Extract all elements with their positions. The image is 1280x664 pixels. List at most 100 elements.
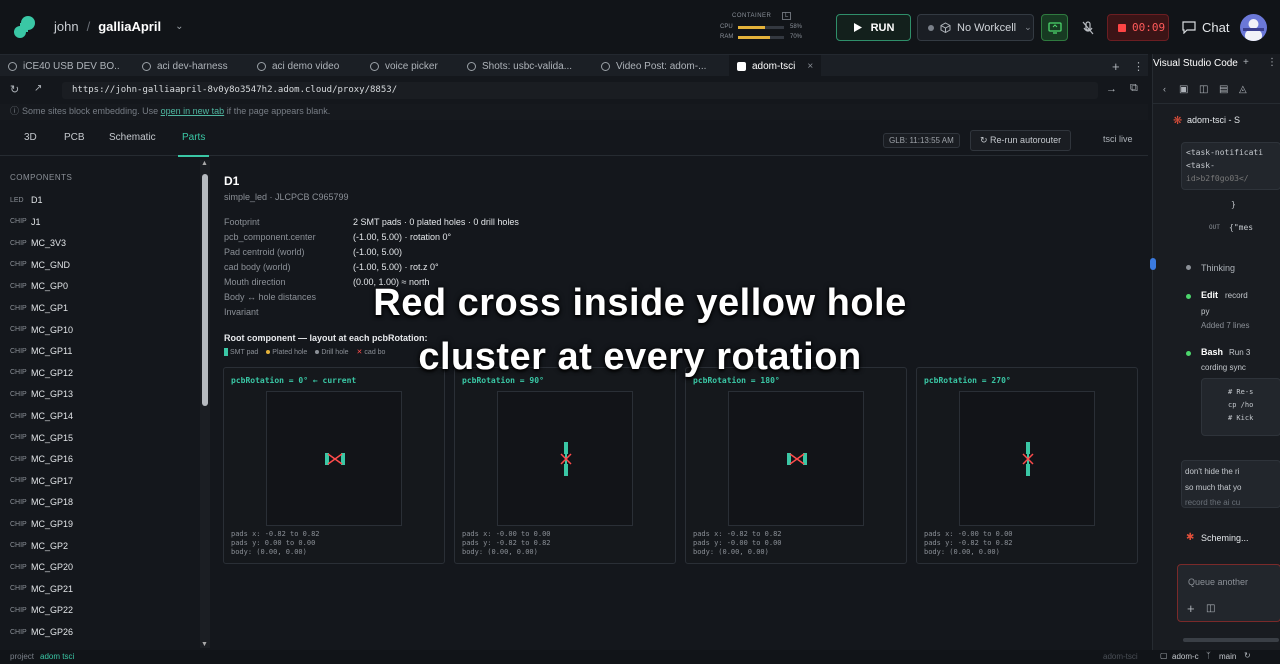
open-new-window-icon[interactable]: ⧉ — [1130, 82, 1138, 95]
edit-file-ext: py — [1201, 307, 1210, 316]
component-item[interactable]: CHIP MC_GND — [10, 257, 70, 273]
component-name: MC_GP19 — [31, 519, 74, 529]
component-item[interactable]: CHIP MC_GP22 — [10, 602, 73, 618]
footprint-view — [728, 391, 864, 526]
component-item[interactable]: CHIP MC_GP20 — [10, 559, 73, 575]
cad-body-cross — [789, 453, 805, 465]
chevron-down-icon: ⌄ — [1024, 22, 1032, 32]
message-input[interactable]: Queue another + ◫ — [1177, 564, 1280, 622]
git-branch-name[interactable]: main — [1219, 652, 1236, 661]
cpu-meter: CPU 58% — [720, 24, 802, 30]
thinking-label[interactable]: Thinking — [1201, 263, 1235, 273]
workcell-dropdown[interactable]: No Workcell ⌄ — [917, 14, 1034, 41]
sync-icon[interactable]: ↻ — [1244, 651, 1251, 660]
component-item[interactable]: CHIP J1 — [10, 214, 41, 230]
edit-file[interactable]: record — [1225, 291, 1248, 300]
browser-tab-active[interactable]: adom-tsci × — [729, 55, 821, 77]
add-icon[interactable]: + — [1243, 57, 1249, 68]
body-position: body: (0.00, 0.00) — [924, 548, 1000, 556]
close-icon[interactable]: × — [807, 61, 813, 72]
browser-tab[interactable]: aci demo video — [257, 55, 357, 77]
component-item[interactable]: LED D1 — [10, 192, 43, 208]
browser-tab[interactable]: Shots: usbc-valida... — [467, 55, 587, 77]
vscode-tab[interactable]: Visual Studio Code + ⋮ — [1153, 54, 1280, 76]
chat-bubble-icon — [1182, 21, 1196, 34]
part-subtitle: simple_led · JLCPCB C965799 — [224, 192, 349, 202]
browser-tab-bar: iCE40 USB DEV BO... aci dev-harness aci … — [0, 54, 1148, 77]
screen-share-button[interactable] — [1041, 14, 1068, 41]
notice-text: if the page appears blank. — [226, 106, 331, 116]
url-field[interactable]: https://john-galliaapril-8v0y8o3547h2.ad… — [62, 82, 1098, 99]
thinking-dot — [1186, 265, 1191, 270]
recording-stop-button[interactable]: 00:09 — [1107, 14, 1169, 41]
horizontal-scrollbar[interactable] — [1183, 638, 1279, 642]
mic-muted-button[interactable] — [1074, 14, 1101, 41]
reload-icon[interactable]: ↻ — [10, 83, 19, 96]
tab-parts[interactable]: Parts — [177, 132, 210, 157]
chevron-down-icon[interactable]: ⌄ — [175, 21, 183, 32]
component-kind: CHIP — [10, 412, 27, 420]
component-item[interactable]: CHIP MC_GP17 — [10, 473, 73, 489]
go-arrow-icon[interactable]: → — [1106, 83, 1117, 95]
component-item[interactable]: CHIP MC_GP2 — [10, 538, 68, 554]
session-title[interactable]: adom-tsci - S — [1187, 115, 1240, 125]
part-detail: D1 simple_led · JLCPCB C965799 Footprint… — [214, 160, 1148, 648]
sidebar-scrollbar[interactable]: ▲ ▼ — [200, 160, 210, 648]
sidebar-toggle-icon[interactable]: ‹ — [1163, 84, 1166, 94]
breadcrumb-workspace[interactable]: galliaApril — [98, 19, 161, 34]
adom-logo-icon[interactable] — [12, 14, 38, 40]
pad-stats: pads x: -0.82 to 0.82 pads y: -0.00 to 0.… — [693, 530, 782, 557]
component-item[interactable]: CHIP MC_3V3 — [10, 235, 66, 251]
scroll-up-icon[interactable]: ▲ — [201, 160, 208, 167]
component-name: MC_GP16 — [31, 454, 74, 465]
panel-left-icon[interactable]: ◫ — [1199, 84, 1208, 95]
component-item[interactable]: CHIP MC_GP16 — [10, 451, 73, 467]
body-position: body: (0.00, 0.00) — [462, 548, 538, 556]
tab-label: adom-tsci — [752, 60, 796, 72]
run-button[interactable]: RUN — [836, 14, 911, 41]
footprint-diagram — [560, 442, 572, 476]
resize-handle[interactable] — [1150, 258, 1156, 270]
component-item[interactable]: CHIP MC_GP13 — [10, 386, 73, 402]
open-in-new-tab-link[interactable]: open in new tab — [161, 106, 225, 116]
component-item[interactable]: CHIP MC_GP21 — [10, 581, 73, 597]
component-item[interactable]: CHIP MC_GP15 — [10, 430, 73, 446]
out-value: {"mes — [1229, 223, 1254, 232]
status-bar: project adom tsci adom-tsci ▢ adom-c ᛉ m… — [0, 650, 1280, 664]
new-tab-button[interactable]: + — [1112, 55, 1120, 77]
scroll-down-icon[interactable]: ▼ — [201, 641, 208, 648]
breadcrumb-user[interactable]: john — [54, 19, 79, 34]
component-item[interactable]: CHIP MC_GP14 — [10, 408, 73, 424]
stop-icon — [1118, 23, 1126, 32]
component-item[interactable]: CHIP MC_GP26 — [10, 624, 73, 640]
panel-bottom-icon[interactable]: ▤ — [1219, 84, 1228, 95]
avatar[interactable] — [1240, 14, 1267, 41]
slash-command-icon[interactable]: ◫ — [1206, 603, 1215, 614]
project-label: project — [10, 652, 35, 661]
component-item[interactable]: CHIP MC_GP18 — [10, 494, 73, 510]
project-name[interactable]: adom tsci — [40, 652, 74, 661]
browser-tab[interactable]: Video Post: adom-... — [601, 55, 721, 77]
add-attachment-icon[interactable]: + — [1187, 601, 1195, 616]
workcell-label: No Workcell — [957, 21, 1017, 34]
more-icon[interactable]: ⋮ — [1133, 55, 1144, 77]
panel-right-icon[interactable]: ◬ — [1239, 84, 1247, 95]
workspace-name[interactable]: adom-c — [1172, 652, 1199, 661]
external-link-icon[interactable]: ↗ — [34, 83, 42, 94]
tab-3d[interactable]: 3D — [24, 132, 37, 143]
browser-tab[interactable]: voice picker — [370, 55, 460, 77]
component-item[interactable]: CHIP MC_GP19 — [10, 516, 73, 532]
more-icon[interactable]: ⋮ — [1267, 57, 1277, 68]
layout-icon[interactable]: ▣ — [1179, 84, 1188, 95]
browser-tab[interactable]: aci dev-harness — [142, 55, 242, 77]
tab-label: aci demo video — [272, 60, 340, 72]
chat-button[interactable]: Chat — [1176, 14, 1234, 41]
input-placeholder: Queue another — [1188, 577, 1249, 587]
tab-schematic[interactable]: Schematic — [109, 132, 156, 143]
tsci-live-label[interactable]: tsci live — [1103, 134, 1133, 144]
browser-tab[interactable]: iCE40 USB DEV BO... — [8, 55, 120, 77]
tab-pcb[interactable]: PCB — [64, 132, 85, 143]
component-name: MC_GP17 — [31, 475, 74, 486]
rerun-autorouter-button[interactable]: ↻ Re-run autorouter — [970, 130, 1072, 151]
message-text: id>b2f0go03</ — [1186, 174, 1249, 183]
